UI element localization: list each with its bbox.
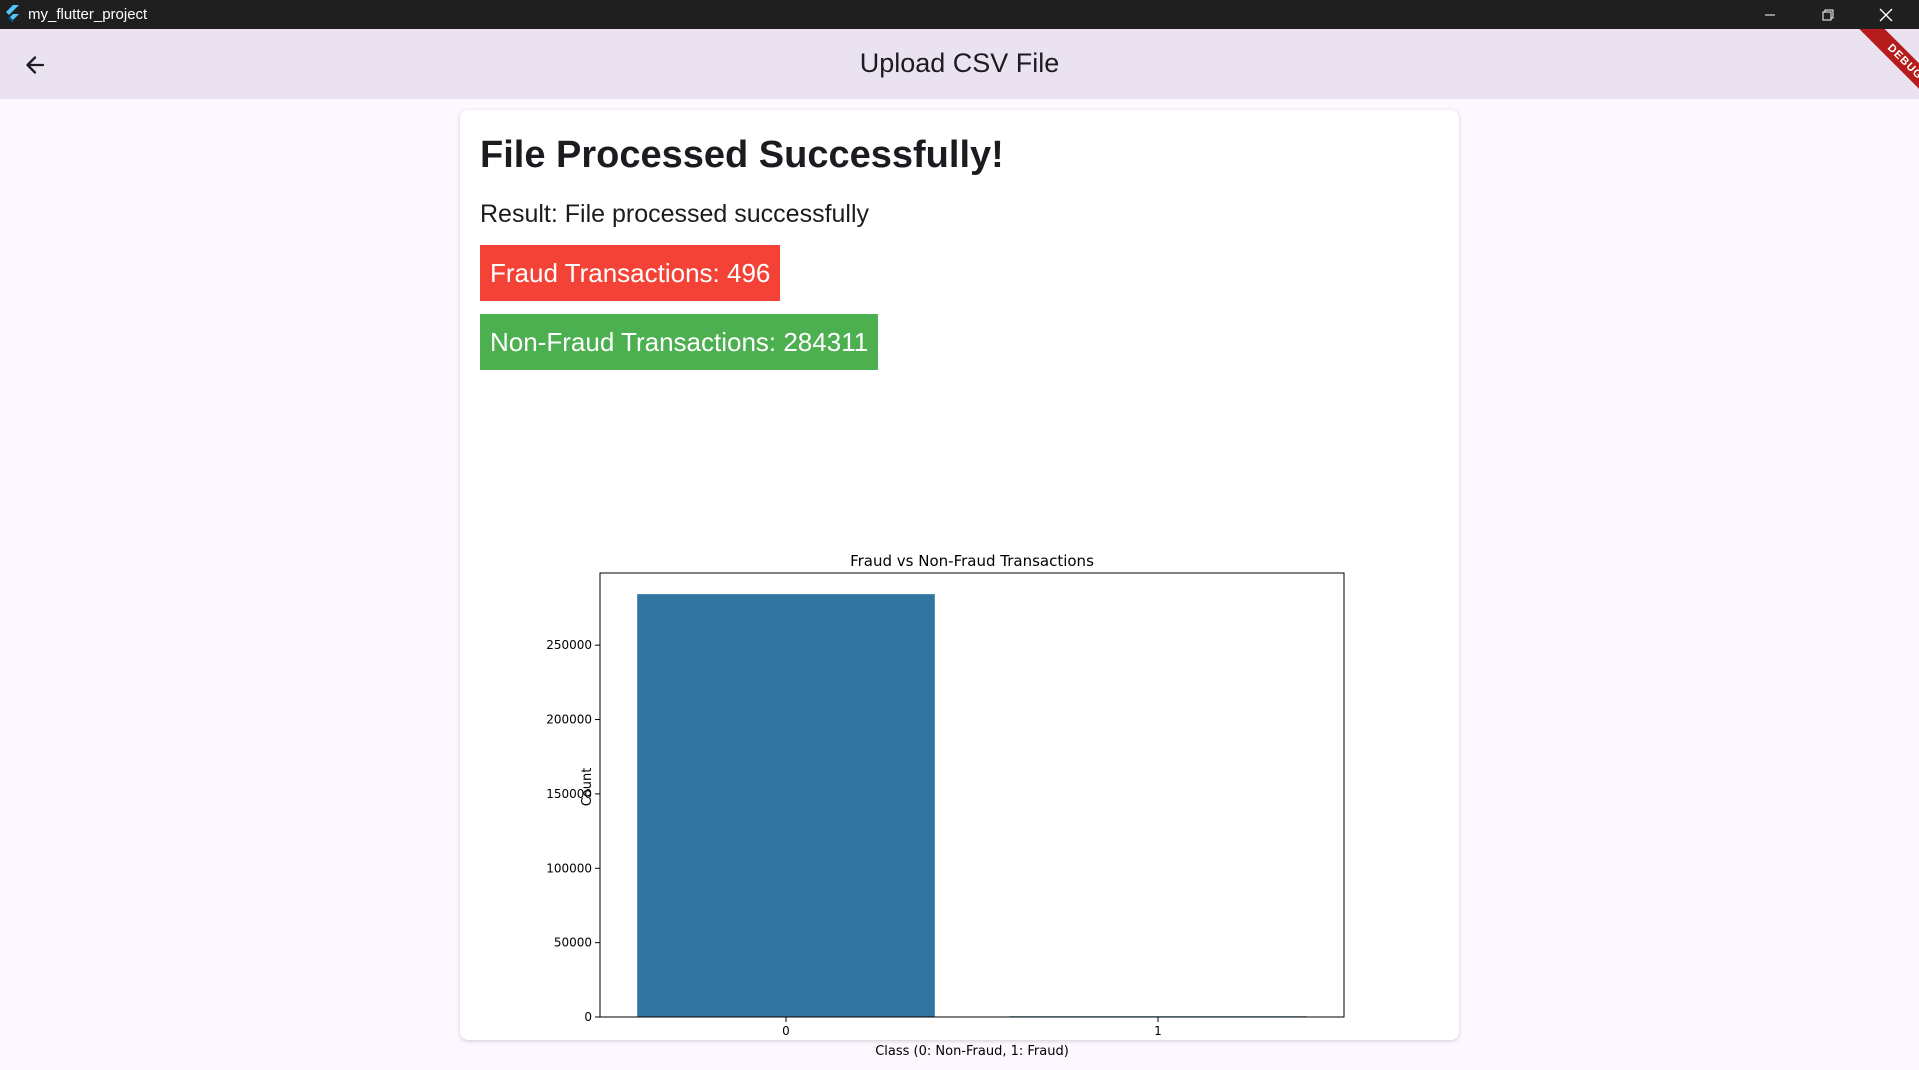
- x-tick-label: 0: [782, 1024, 790, 1038]
- window-titlebar: my_flutter_project: [0, 0, 1919, 29]
- restore-button[interactable]: [1799, 0, 1857, 29]
- y-tick-label: 150000: [546, 787, 592, 801]
- minimize-button[interactable]: [1741, 0, 1799, 29]
- success-headline: File Processed Successfully!: [480, 134, 1004, 176]
- chart-bar: [637, 594, 935, 1017]
- result-card: File Processed Successfully! Result: Fil…: [460, 110, 1459, 1059]
- fraud-count-badge: Fraud Transactions: 496: [480, 245, 781, 301]
- x-tick-label: 1: [1154, 1024, 1162, 1038]
- window-title: my_flutter_project: [28, 6, 148, 23]
- close-icon: [1879, 8, 1893, 21]
- chart-title: Fraud vs Non-Fraud Transactions: [850, 552, 1094, 570]
- app-bar: Upload CSV File DEBUG: [0, 29, 1919, 99]
- fraud-bar-chart: Fraud vs Non-Fraud Transactions Class (0…: [546, 552, 1345, 1059]
- chart-xlabel: Class (0: Non-Fraud, 1: Fraud): [875, 1044, 1069, 1059]
- page-title: Upload CSV File: [859, 48, 1060, 78]
- restore-icon: [1822, 9, 1834, 20]
- y-tick-label: 250000: [546, 638, 592, 652]
- minimize-icon: [1765, 14, 1775, 15]
- y-tick-label: 50000: [554, 936, 592, 950]
- flutter-logo-icon: [6, 5, 19, 23]
- y-tick-label: 0: [584, 1010, 592, 1024]
- result-text: Result: File processed successfully: [480, 200, 870, 228]
- nonfraud-count-badge: Non-Fraud Transactions: 284311: [480, 314, 879, 370]
- y-tick-label: 200000: [546, 713, 592, 727]
- y-tick-label: 100000: [546, 861, 592, 875]
- close-button[interactable]: [1857, 0, 1915, 29]
